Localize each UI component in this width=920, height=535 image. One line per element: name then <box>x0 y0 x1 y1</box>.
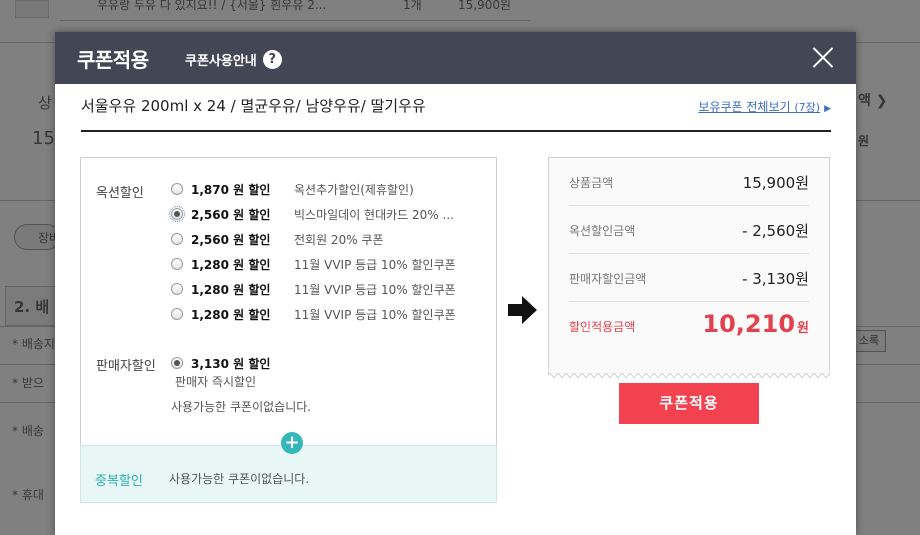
product-amount-label: 상품금액 <box>569 176 614 190</box>
coupon-amount: 2,560 원 할인 <box>191 207 271 222</box>
radio-button[interactable] <box>171 233 183 245</box>
add-coupon-button[interactable]: + <box>281 432 303 454</box>
radio-button[interactable] <box>171 357 183 369</box>
close-icon[interactable] <box>812 46 834 68</box>
final-amount-label: 할인적용금액 <box>569 320 636 334</box>
product-amount-value: 15,900원 <box>742 174 809 192</box>
chevron-right-icon: ▶ <box>824 104 831 114</box>
product-amount-row: 상품금액 15,900원 <box>569 158 809 206</box>
auction-coupon-option[interactable]: 2,560 원 할인 전회원 20% 쿠폰 <box>171 229 384 249</box>
seller-discount-amount-label: 판매자할인금액 <box>569 272 647 286</box>
duplicate-none-text: 사용가능한 쿠폰이없습니다. <box>169 472 310 486</box>
coupon-desc: 11월 VVIP 등급 10% 할인쿠폰 <box>294 282 456 297</box>
coupon-amount: 2,560 원 할인 <box>191 232 271 247</box>
seller-discount-label: 판매자할인 <box>96 359 156 374</box>
coupon-selection-box: 옥션할인 1,870 원 할인 옥션추가할인(제휴할인) 2,560 원 할인 … <box>80 157 497 446</box>
auction-discount-label: 옥션할인 <box>96 186 144 201</box>
coupon-modal: 쿠폰적용 쿠폰사용안내 ? 서울우유 200ml x 24 / 멸균우유/ 남양… <box>55 32 856 535</box>
product-row: 서울우유 200ml x 24 / 멸균우유/ 남양우유/ 딸기우유 보유쿠폰 … <box>81 94 831 132</box>
auction-coupon-option[interactable]: 1,280 원 할인 11월 VVIP 등급 10% 할인쿠폰 <box>171 254 456 274</box>
coupon-desc: 옥션추가할인(제휴할인) <box>294 182 414 197</box>
coupon-amount: 1,280 원 할인 <box>191 282 271 297</box>
coupon-amount: 1,280 원 할인 <box>191 307 271 322</box>
radio-button[interactable] <box>171 258 183 270</box>
seller-discount-row: 판매자할인금액 - 3,130원 <box>569 254 809 302</box>
auction-discount-value: - 2,560원 <box>742 222 809 240</box>
auction-coupon-option[interactable]: 1,280 원 할인 11월 VVIP 등급 10% 할인쿠폰 <box>171 304 456 324</box>
seller-coupon-option[interactable]: 3,130 원 할인 <box>171 353 294 373</box>
coupon-desc: 전회원 20% 쿠폰 <box>294 232 384 247</box>
auction-coupon-option[interactable]: 2,560 원 할인 빅스마일데이 현대카드 20% ... <box>169 204 454 224</box>
coupon-amount: 1,280 원 할인 <box>191 257 271 272</box>
coupon-desc: 11월 VVIP 등급 10% 할인쿠폰 <box>294 257 456 272</box>
question-icon: ? <box>262 50 282 69</box>
price-summary-receipt: 상품금액 15,900원 옥션할인금액 - 2,560원 판매자할인금액 - 3… <box>548 157 830 375</box>
auction-coupon-option[interactable]: 1,280 원 할인 11월 VVIP 등급 10% 할인쿠폰 <box>171 279 456 299</box>
view-all-coupons-link[interactable]: 보유쿠폰 전체보기 (7장) ▶ <box>698 98 831 115</box>
coupon-desc: 빅스마일데이 현대카드 20% ... <box>294 207 454 222</box>
radio-button[interactable] <box>171 283 183 295</box>
modal-header: 쿠폰적용 쿠폰사용안내 ? <box>55 32 856 84</box>
coupon-amount: 3,130 원 할인 <box>191 356 271 371</box>
radio-button[interactable] <box>169 206 185 222</box>
coupon-desc: 11월 VVIP 등급 10% 할인쿠폰 <box>294 307 456 322</box>
auction-discount-amount-label: 옥션할인금액 <box>569 224 636 238</box>
coupon-guide-link[interactable]: 쿠폰사용안내 ? <box>185 50 282 69</box>
coupon-amount: 1,870 원 할인 <box>191 182 271 197</box>
auction-coupon-option[interactable]: 1,870 원 할인 옥션추가할인(제휴할인) <box>171 179 414 199</box>
no-coupon-text: 사용가능한 쿠폰이없습니다. <box>171 400 312 414</box>
seller-instant-discount: 판매자 즉시할인 <box>175 375 257 389</box>
duplicate-discount-label: 중복할인 <box>95 474 143 489</box>
coupon-guide-label: 쿠폰사용안내 <box>185 54 257 69</box>
product-name: 서울우유 200ml x 24 / 멸균우유/ 남양우유/ 딸기우유 <box>81 97 426 115</box>
seller-discount-value: - 3,130원 <box>742 270 809 288</box>
receipt-zigzag-edge <box>548 369 830 379</box>
radio-button[interactable] <box>171 183 183 195</box>
radio-button[interactable] <box>171 308 183 320</box>
auction-discount-row: 옥션할인금액 - 2,560원 <box>569 206 809 254</box>
coupon-count: (7장) <box>794 101 821 114</box>
modal-title: 쿠폰적용 <box>77 48 149 72</box>
arrow-right-icon <box>508 296 537 324</box>
final-amount-row: 할인적용금액 10,210 원 <box>569 302 809 350</box>
apply-coupon-button[interactable]: 쿠폰적용 <box>619 383 759 424</box>
final-amount-value: 10,210 원 <box>702 310 809 338</box>
